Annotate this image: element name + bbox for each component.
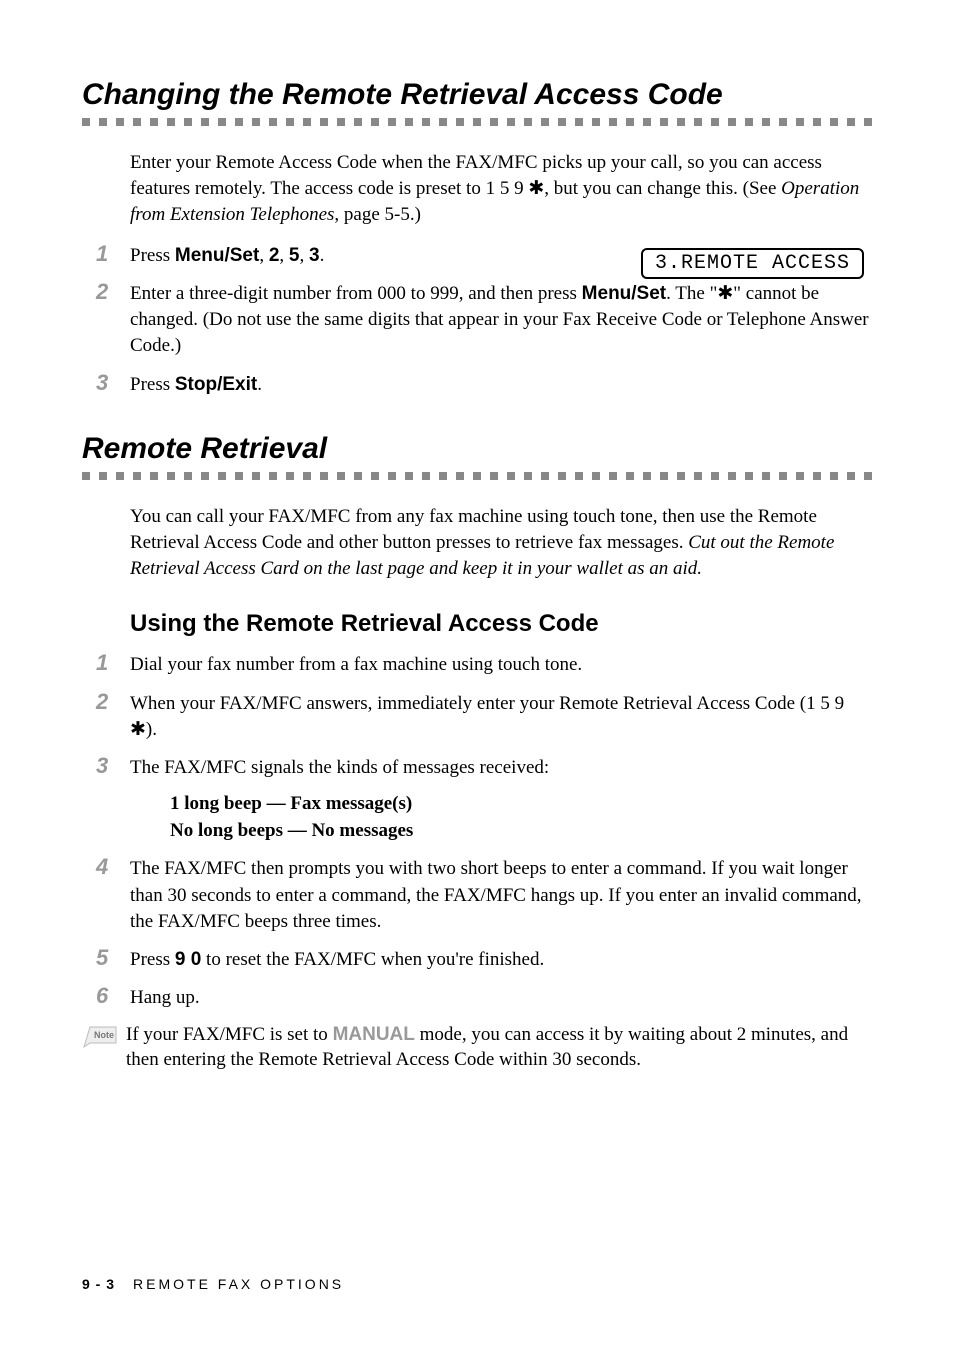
note-text: If your FAX/MFC is set to MANUAL mode, y… — [126, 1022, 872, 1074]
page-number: 9 - 3 — [82, 1276, 115, 1292]
section-heading-1: Changing the Remote Retrieval Access Cod… — [82, 78, 872, 112]
step-number: 2 — [82, 279, 130, 305]
step-item: 4 The FAX/MFC then prompts you with two … — [82, 854, 872, 935]
section-heading-2: Remote Retrieval — [82, 432, 872, 466]
note-block: Note If your FAX/MFC is set to MANUAL mo… — [82, 1022, 872, 1074]
intro-text-2: , but you can change this. (See — [544, 178, 781, 199]
t: 9 0 — [175, 949, 201, 970]
t: Press — [130, 245, 175, 266]
t: Press — [130, 374, 175, 395]
step-text: Hang up. — [130, 985, 872, 1011]
step-text: Press Stop/Exit. — [130, 372, 872, 398]
star-glyph: ✱ — [717, 283, 733, 304]
star-glyph: ✱ — [130, 719, 146, 740]
t: to reset the FAX/MFC when you're finishe… — [201, 949, 544, 970]
step-item: 3 The FAX/MFC signals the kinds of messa… — [82, 753, 872, 781]
lcd-display: 3.REMOTE ACCESS — [641, 248, 864, 279]
step-text: Dial your fax number from a fax machine … — [130, 652, 872, 678]
manual-label: MANUAL — [333, 1024, 415, 1045]
step-number: 1 — [82, 650, 130, 676]
t: , — [279, 245, 289, 266]
note-icon: Note — [82, 1022, 126, 1056]
t: , — [299, 245, 309, 266]
dashed-divider — [82, 472, 872, 480]
step-number: 4 — [82, 854, 130, 880]
section1-intro: Enter your Remote Access Code when the F… — [130, 150, 872, 229]
step-text: The FAX/MFC signals the kinds of message… — [130, 755, 872, 781]
t: 3 — [309, 245, 320, 266]
dashed-divider — [82, 118, 872, 126]
t: Stop/Exit — [175, 374, 257, 395]
step-number: 1 — [82, 241, 130, 267]
t: Press — [130, 949, 175, 970]
t: . — [320, 245, 325, 266]
page-footer: 9 - 3 REMOTE FAX OPTIONS — [82, 1276, 344, 1292]
step-item: 1 Dial your fax number from a fax machin… — [82, 650, 872, 678]
step-number: 2 — [82, 689, 130, 715]
intro-text-3: , page 5-5.) — [334, 204, 421, 225]
t: Menu/Set — [582, 283, 666, 304]
step-item: 2 Enter a three-digit number from 000 to… — [82, 279, 872, 360]
section2-intro: You can call your FAX/MFC from any fax m… — [130, 504, 872, 583]
section2-steps: 1 Dial your fax number from a fax machin… — [82, 650, 872, 1011]
step-item: 6 Hang up. — [82, 983, 872, 1011]
step-number: 5 — [82, 945, 130, 971]
step-item: 5 Press 9 0 to reset the FAX/MFC when yo… — [82, 945, 872, 973]
t: Menu/Set — [175, 245, 259, 266]
chapter-title: REMOTE FAX OPTIONS — [133, 1276, 344, 1292]
step-item: 2 When your FAX/MFC answers, immediately… — [82, 689, 872, 743]
step-text: When your FAX/MFC answers, immediately e… — [130, 691, 872, 743]
star-glyph: ✱ — [528, 178, 544, 199]
step-item: 3 Press Stop/Exit. — [82, 370, 872, 398]
t: ). — [146, 719, 157, 740]
t: If your FAX/MFC is set to — [126, 1024, 333, 1045]
step-text: Press 9 0 to reset the FAX/MFC when you'… — [130, 947, 872, 973]
t: 5 — [289, 245, 300, 266]
section-2: Remote Retrieval You can call your FAX/M… — [82, 432, 872, 1073]
step-number: 3 — [82, 753, 130, 779]
step-text: Enter a three-digit number from 000 to 9… — [130, 281, 872, 360]
step-number: 6 — [82, 983, 130, 1009]
t: When your FAX/MFC answers, immediately e… — [130, 693, 844, 714]
svg-text:Note: Note — [94, 1030, 114, 1040]
beep-info-2: No long beeps — No messages — [170, 818, 872, 845]
subsection-heading: Using the Remote Retrieval Access Code — [130, 610, 872, 638]
step-text: The FAX/MFC then prompts you with two sh… — [130, 856, 872, 935]
t: 2 — [269, 245, 280, 266]
t: . — [257, 374, 262, 395]
t: . The " — [666, 283, 717, 304]
t: Enter a three-digit number from 000 to 9… — [130, 283, 582, 304]
step-number: 3 — [82, 370, 130, 396]
beep-info-1: 1 long beep — Fax message(s) — [170, 791, 872, 818]
t: , — [259, 245, 269, 266]
